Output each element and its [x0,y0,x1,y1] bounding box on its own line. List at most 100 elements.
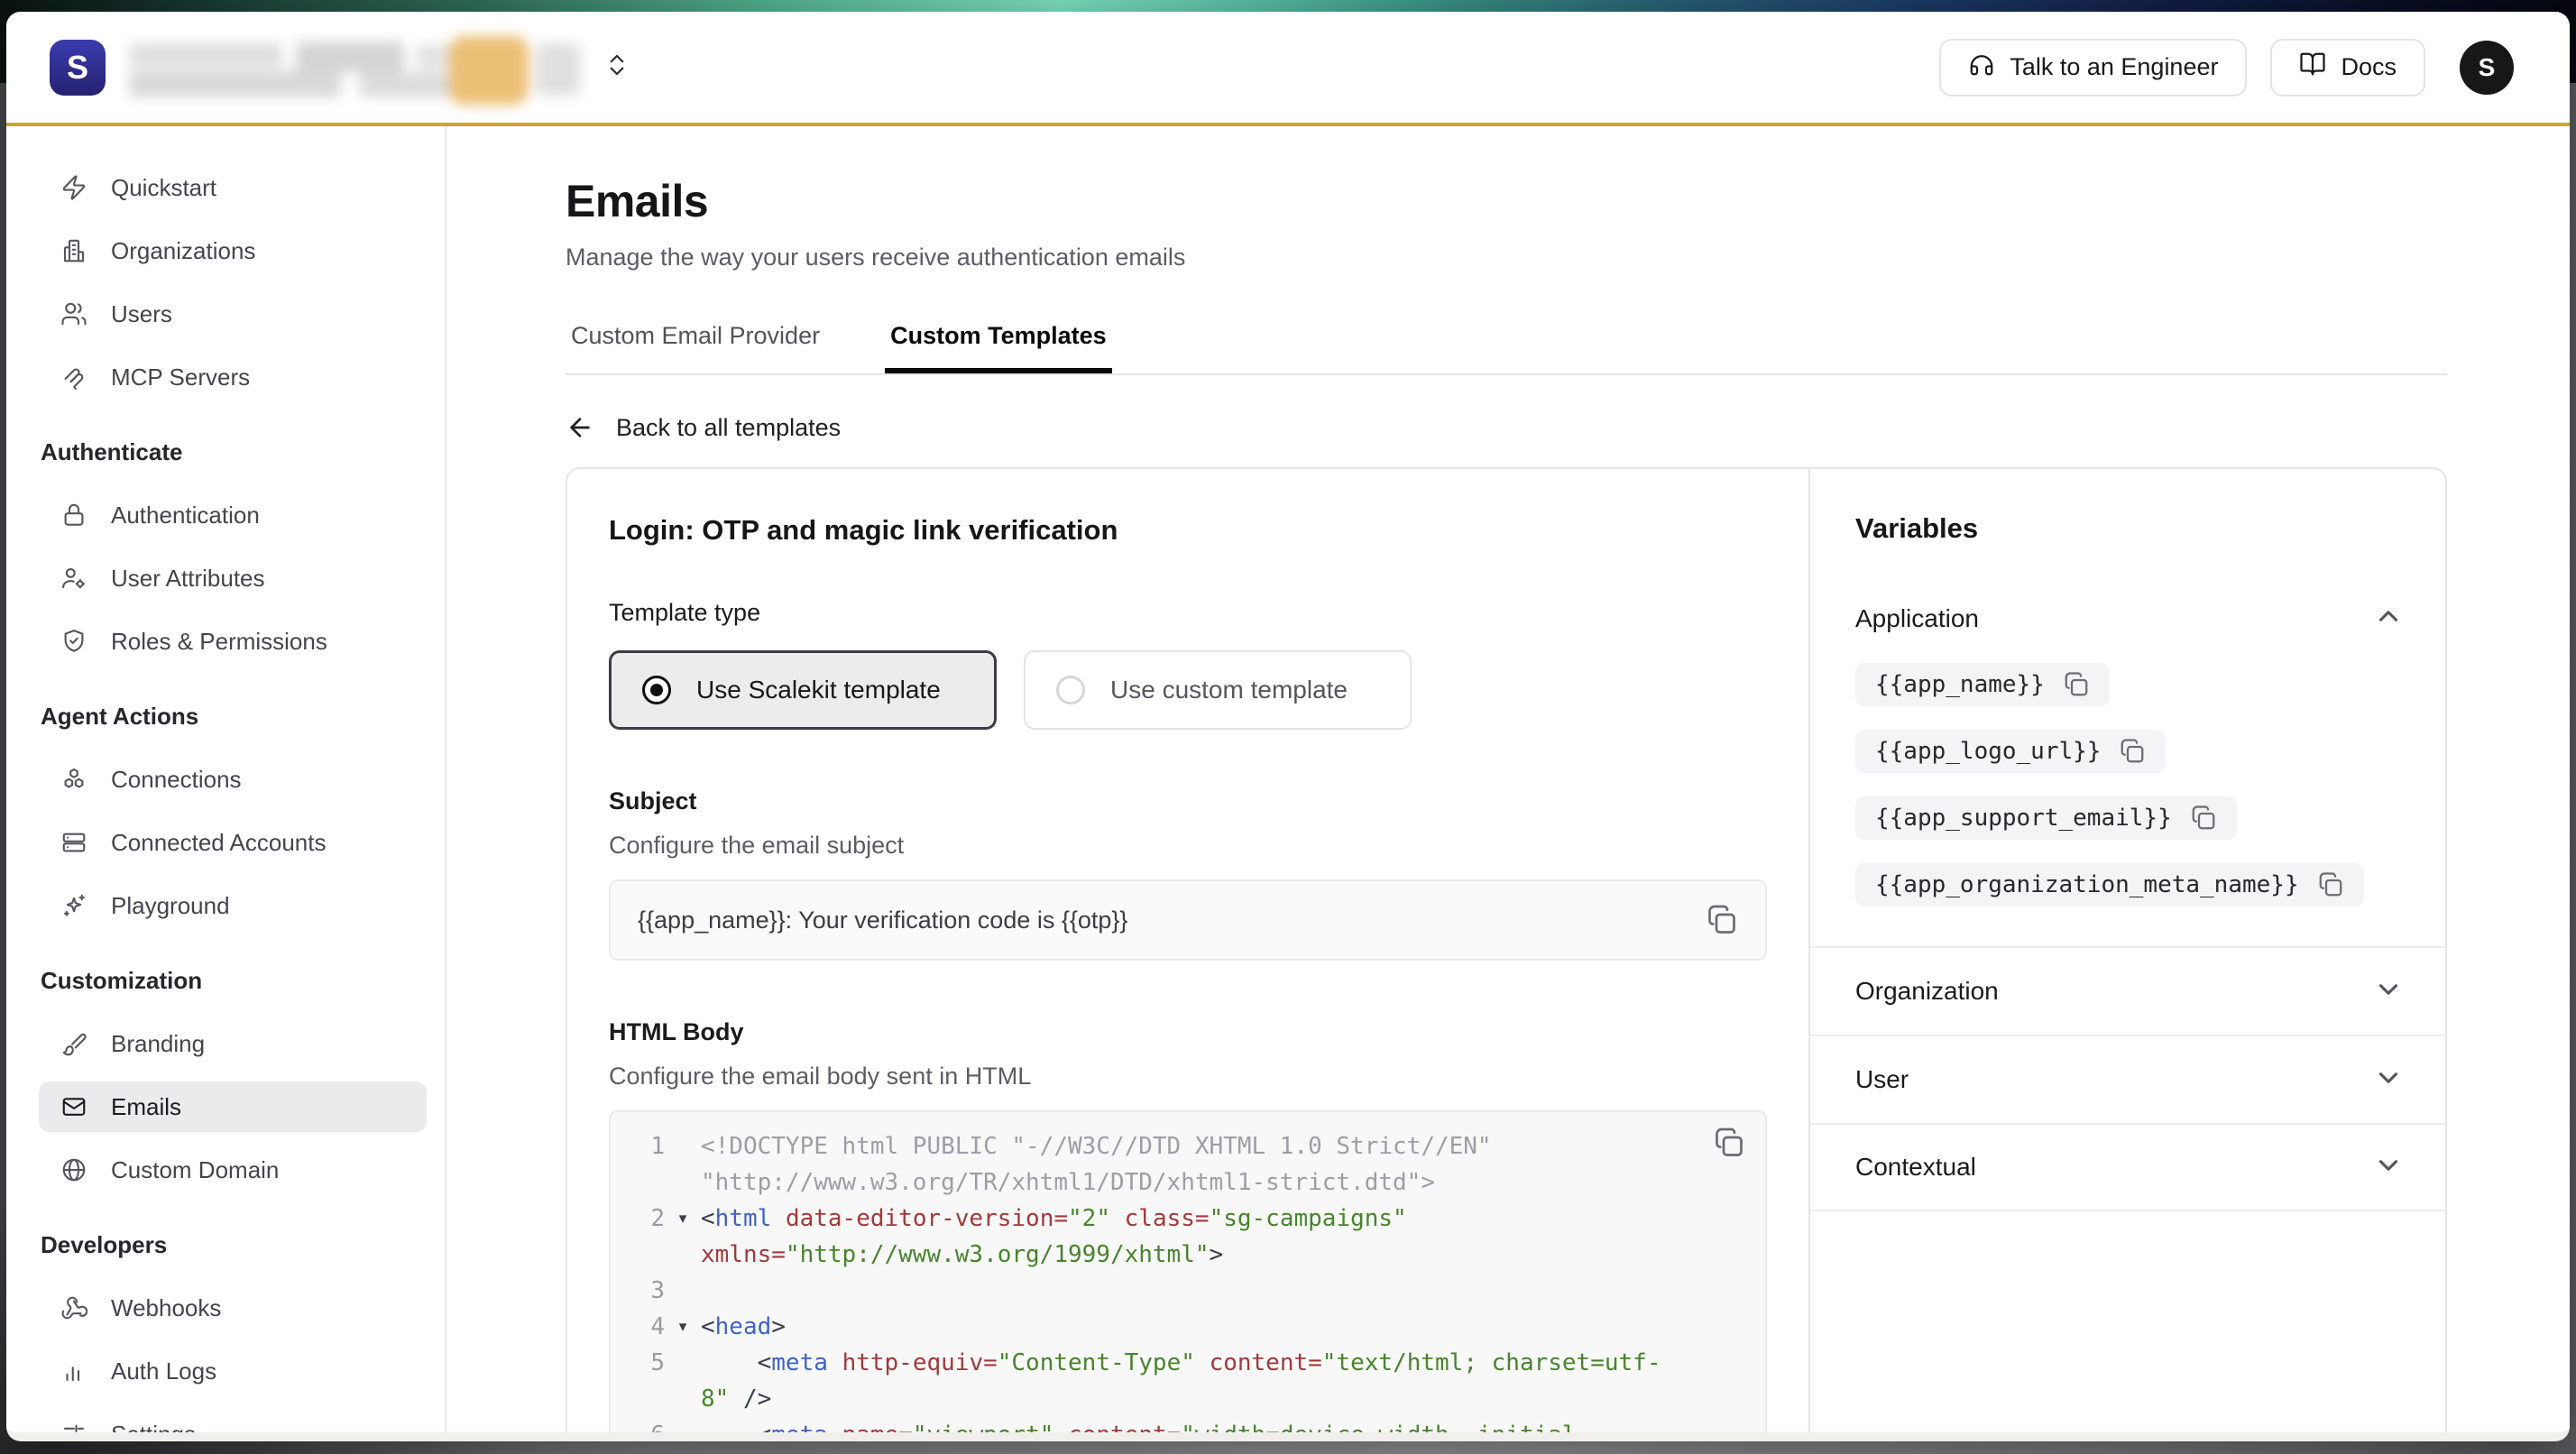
copy-html-body-button[interactable] [1713,1127,1745,1159]
docs-button[interactable]: Docs [2270,39,2425,97]
talk-to-engineer-button[interactable]: Talk to an Engineer [1939,39,2247,97]
variable-chip-app-support-email[interactable]: {{app_support_email}} [1855,796,2237,840]
sidebar-item-emails[interactable]: Emails [39,1081,427,1132]
chevron-down-icon [2373,1063,2404,1098]
variables-section-organization[interactable]: Organization [1810,946,2445,1035]
user-avatar-letter: S [2479,53,2496,82]
copy-variable-button[interactable] [2190,805,2217,832]
sidebar-item-auth-logs[interactable]: Auth Logs [39,1346,427,1396]
headphones-icon [1968,51,1995,84]
tab-custom-templates[interactable]: Custom Templates [885,322,1112,373]
option-label: Use Scalekit template [696,676,941,704]
sidebar-item-settings[interactable]: Settings [39,1409,427,1432]
section-label: User [1855,1065,1909,1094]
building-icon [60,237,87,264]
fold-toggle-icon[interactable]: ▾ [665,1309,701,1345]
copy-icon [1706,904,1738,936]
workspace-name-redacted [129,36,580,99]
sidebar-item-playground[interactable]: Playground [39,880,427,931]
subject-help: Configure the email subject [609,832,1767,860]
copy-variable-button[interactable] [2119,738,2146,765]
sidebar-item-mcp-servers[interactable]: MCP Servers [39,352,427,402]
line-number: 3 [611,1273,665,1309]
variable-chip-app-organization-meta-name[interactable]: {{app_organization_meta_name}} [1855,863,2364,906]
gutter-spacer [665,1381,701,1417]
copy-icon [2190,805,2217,832]
gutter-spacer [665,1345,701,1381]
sidebar-item-label: MCP Servers [111,364,250,391]
copy-variable-button[interactable] [2063,671,2090,698]
shield-check-icon [60,628,87,655]
copy-subject-button[interactable] [1706,904,1738,936]
variable-text: {{app_support_email}} [1875,805,2172,832]
sidebar-item-roles-permissions[interactable]: Roles & Permissions [39,616,427,667]
code-text: <meta name="viewport" content="width=dev… [701,1417,1590,1432]
user-avatar[interactable]: S [2460,41,2514,95]
copy-variable-button[interactable] [2317,871,2344,898]
sidebar-item-organizations[interactable]: Organizations [39,225,427,276]
sidebar-item-user-attributes[interactable]: User Attributes [39,553,427,603]
html-body-help: Configure the email body sent in HTML [609,1063,1767,1090]
variables-title: Variables [1855,512,2404,545]
html-body-editor[interactable]: 1<!DOCTYPE html PUBLIC "-//W3C//DTD XHTM… [609,1110,1767,1432]
back-to-templates-link[interactable]: Back to all templates [566,413,2447,442]
paintbrush-icon [60,1030,87,1057]
variable-chips: {{app_name}} {{app_logo_url}} [1855,663,2404,906]
variables-section-user[interactable]: User [1810,1035,2445,1123]
tab-custom-email-provider[interactable]: Custom Email Provider [566,322,825,373]
collapsed-variable-sections: Organization User Contextu [1810,946,2445,1211]
sidebar-item-webhooks[interactable]: Webhooks [39,1283,427,1333]
subject-value: {{app_name}}: Your verification code is … [638,906,1706,934]
variable-text: {{app_name}} [1875,671,2045,698]
code-text: 8" /> [701,1381,771,1417]
tab-bar: Custom Email Provider Custom Templates [566,322,2447,375]
sidebar-item-label: User Attributes [111,565,265,593]
sidebar-item-quickstart[interactable]: Quickstart [39,162,427,213]
sidebar-item-custom-domain[interactable]: Custom Domain [39,1145,427,1195]
variables-section-contextual[interactable]: Contextual [1810,1123,2445,1211]
code-line: 8" /> [611,1381,1765,1417]
variables-section-application[interactable]: Application [1855,601,2404,636]
gutter-spacer [665,1128,701,1164]
workspace-switcher[interactable] [129,36,630,99]
sidebar-item-label: Settings [111,1421,196,1433]
line-number: 6 [611,1417,665,1432]
back-link-label: Back to all templates [616,414,841,442]
sidebar-item-branding[interactable]: Branding [39,1018,427,1069]
sidebar-item-connections[interactable]: Connections [39,754,427,805]
code-text: "http://www.w3.org/TR/xhtml1/DTD/xhtml1-… [701,1164,1435,1201]
sidebar-item-label: Connected Accounts [111,829,327,857]
cubes-icon [60,766,87,793]
code-line: 6 <meta name="viewport" content="width=d… [611,1417,1765,1432]
sidebar-item-connected-accounts[interactable]: Connected Accounts [39,817,427,868]
chevron-down-icon [2373,1150,2404,1185]
option-use-custom-template[interactable]: Use custom template [1024,650,1412,730]
copy-icon [2317,871,2344,898]
topbar: S Talk to an Engineer Docs [6,12,2570,126]
page-title: Emails [566,175,2447,227]
template-card: Login: OTP and magic link verification T… [566,467,2447,1432]
code-text: xmlns="http://www.w3.org/1999/xhtml"> [701,1237,1223,1273]
variable-text: {{app_logo_url}} [1875,738,2101,765]
sidebar-item-users[interactable]: Users [39,289,427,339]
section-label: Organization [1855,977,1999,1006]
sidebar: Quickstart Organizations Users MCP Serve… [6,126,446,1432]
users-icon [60,300,87,327]
subject-input[interactable]: {{app_name}}: Your verification code is … [609,879,1767,961]
sidebar-item-label: Users [111,300,172,328]
sidebar-section-developers: Developers [41,1231,427,1259]
sidebar-item-label: Webhooks [111,1294,221,1322]
sidebar-section-customization: Customization [41,967,427,995]
variable-chip-app-logo-url[interactable]: {{app_logo_url}} [1855,730,2166,773]
zap-icon [60,174,87,201]
workspace-logo-letter: S [67,49,88,87]
option-use-scalekit-template[interactable]: Use Scalekit template [609,650,997,730]
copy-icon [1713,1127,1745,1159]
sidebar-item-authentication[interactable]: Authentication [39,490,427,540]
line-number: 5 [611,1345,665,1381]
variable-chip-app-name[interactable]: {{app_name}} [1855,663,2110,706]
line-number [611,1381,665,1417]
fold-toggle-icon[interactable]: ▾ [665,1201,701,1237]
sidebar-item-label: Organizations [111,237,255,265]
book-open-icon [2299,51,2326,84]
